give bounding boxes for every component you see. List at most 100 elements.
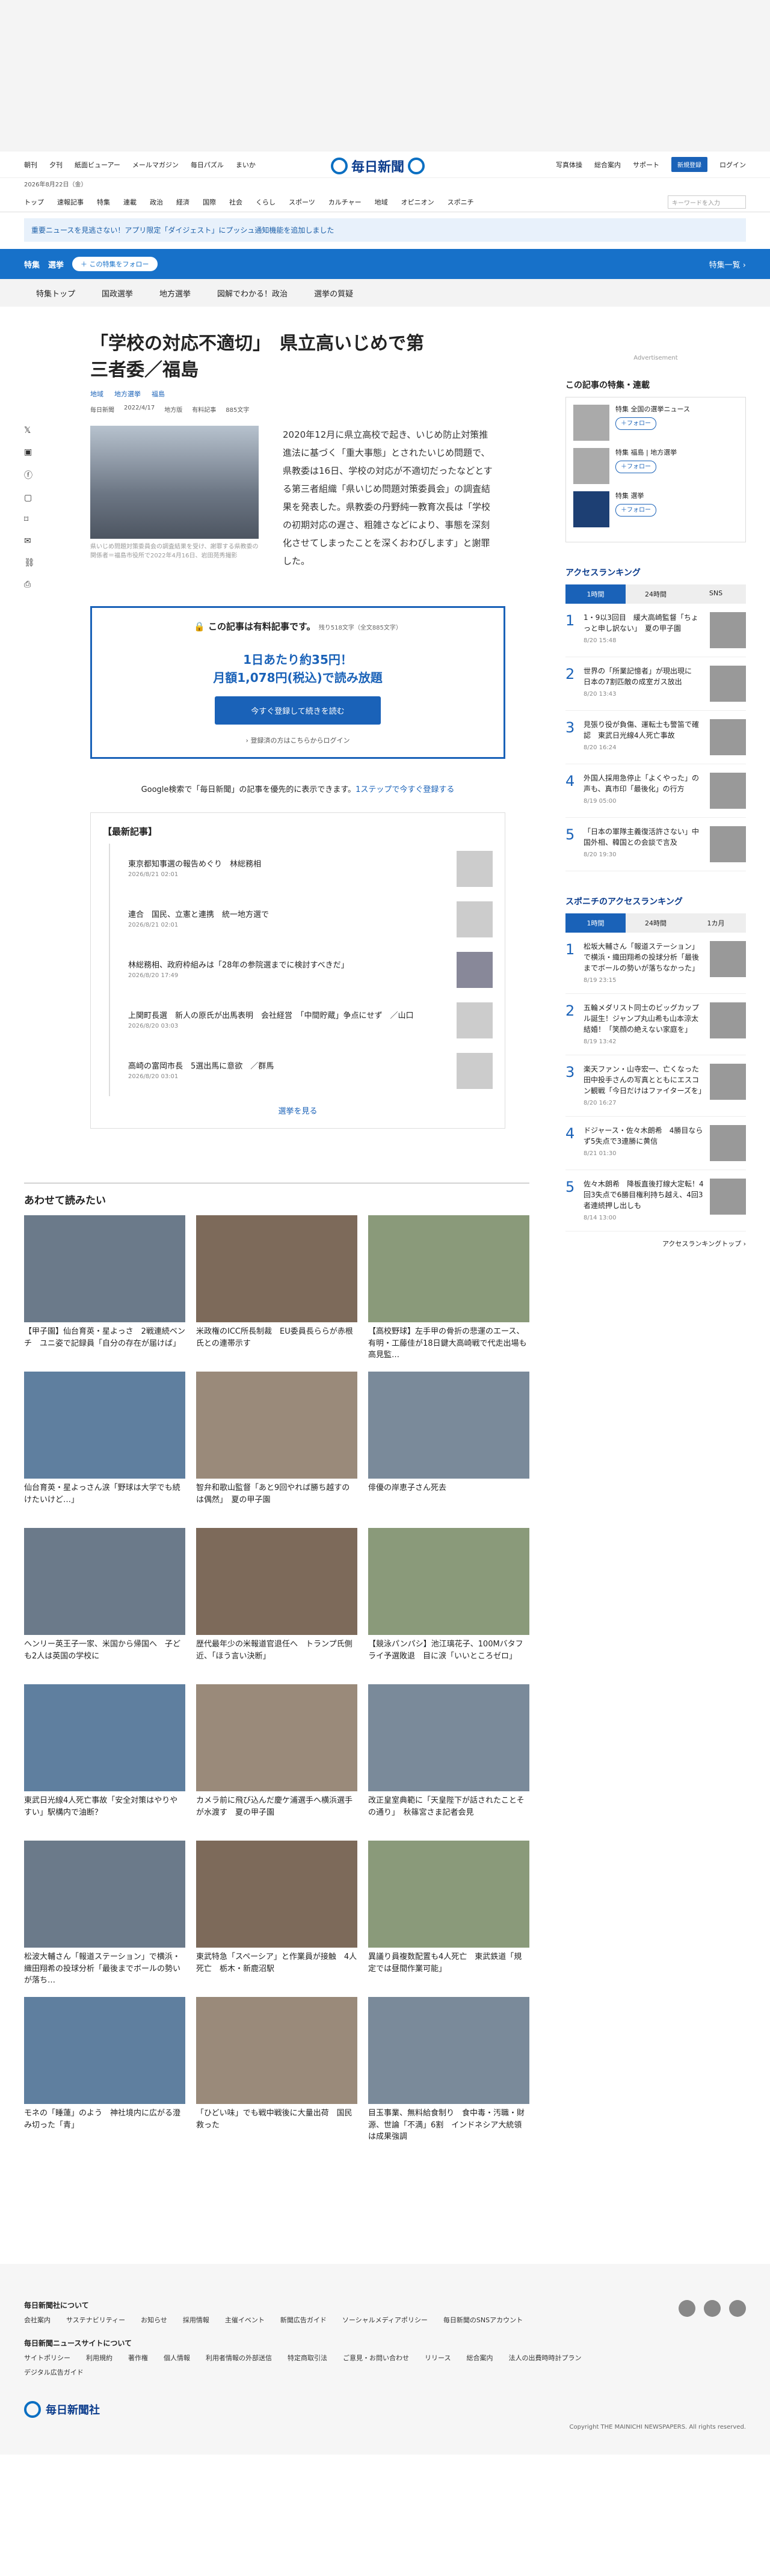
footer-link[interactable]: ご意見・お問い合わせ bbox=[343, 2353, 409, 2363]
follow-button[interactable]: ＋フォロー bbox=[615, 460, 656, 473]
subnav-item[interactable]: 選挙の質疑 bbox=[314, 287, 353, 299]
gnav-item[interactable]: 速報記事 bbox=[57, 197, 84, 207]
notice-banner[interactable]: 重要ニュースを見逃さない！アプリ限定「ダイジェスト」にプッシュ通知機能を追加しま… bbox=[24, 218, 746, 242]
ranking-item[interactable]: 2 五輪メダリスト同士のビッグカップル誕生！ジャンプ丸山希も山本涼太結婚！「笑顔の… bbox=[565, 994, 746, 1055]
nav-link[interactable]: メールマガジン bbox=[132, 160, 179, 170]
tab-24h[interactable]: 24時間 bbox=[626, 584, 686, 604]
nav-link[interactable]: 毎日パズル bbox=[191, 160, 224, 170]
footer-link[interactable]: 毎日新聞のSNSアカウント bbox=[443, 2315, 523, 2325]
recommended-card[interactable]: 俳優の岸恵子さん死去 bbox=[368, 1372, 529, 1518]
ranking-top-link[interactable]: アクセスランキングトップ › bbox=[565, 1239, 746, 1248]
ranking-item[interactable]: 1 1・9以3回目 緩大高崎監督「ちょっと申し訳ない」 夏の甲子園 8/20 15:… bbox=[565, 604, 746, 657]
subnav-item[interactable]: 地方選挙 bbox=[159, 287, 191, 299]
print-icon[interactable]: ⎙ bbox=[24, 580, 35, 589]
feature-item[interactable]: 特集 選挙 ＋フォロー bbox=[573, 491, 738, 527]
gnav-item[interactable]: 政治 bbox=[150, 197, 163, 207]
tab-sns[interactable]: SNS bbox=[686, 584, 746, 604]
login-link[interactable]: ログイン bbox=[719, 160, 746, 170]
recommended-card[interactable]: 【甲子園】仙台育英・星よっさ 2戦連続ベンチ ユニ姿で記録員「自分の存在が届けば… bbox=[24, 1215, 185, 1362]
recommended-card[interactable]: 東武日光線4人死亡事故「安全対策はやりやすい」駅構内で油断？ bbox=[24, 1684, 185, 1831]
footer-link[interactable]: リリース bbox=[425, 2353, 451, 2363]
nav-link[interactable]: 紙面ビューアー bbox=[75, 160, 120, 170]
tab-1m[interactable]: 1カ月 bbox=[686, 913, 746, 933]
list-item[interactable]: 東京都知事選の報告めぐり 林総務相 2026/8/21 02:01 bbox=[109, 844, 493, 894]
footer-link[interactable]: 利用規約 bbox=[86, 2353, 112, 2363]
x-icon[interactable] bbox=[679, 2300, 695, 2317]
paywall-login-link[interactable]: › 登録済の方はこちらからログイン bbox=[104, 735, 491, 745]
nav-link[interactable]: 総合案内 bbox=[594, 160, 621, 170]
ranking-item[interactable]: 2 世界の「所業記憶者」が現出現に 日本の7割匹敵の成室ガス放出 8/20 13:4… bbox=[565, 657, 746, 711]
footer-link[interactable]: 採用情報 bbox=[183, 2315, 209, 2325]
feature-item[interactable]: 特集 全国の選挙ニュース ＋フォロー bbox=[573, 405, 738, 441]
register-button[interactable]: 新規登録 bbox=[671, 157, 707, 172]
recommended-card[interactable]: 歴代最年少の米報道官退任へ トランプ氏側近、「ほう言い決断」 bbox=[196, 1528, 357, 1675]
footer-link[interactable]: 特定商取引法 bbox=[288, 2353, 327, 2363]
gnav-item[interactable]: トップ bbox=[24, 197, 44, 207]
bookmark-icon[interactable]: ⌑ bbox=[24, 515, 35, 524]
recommended-card[interactable]: 「ひどい味」でも戦中戦後に大量出荷 国民救った bbox=[196, 1997, 357, 2144]
category-link[interactable]: 地方選挙 bbox=[114, 389, 141, 399]
recommended-card[interactable]: 異議り員複数配置も4人死亡 東武鉄道「規定では昼間作業可能」 bbox=[368, 1841, 529, 1987]
tab-1h[interactable]: 1時間 bbox=[565, 584, 626, 604]
nav-link[interactable]: 夕刊 bbox=[49, 160, 63, 170]
footer-link[interactable]: サイトポリシー bbox=[24, 2353, 70, 2363]
gnav-item[interactable]: 連載 bbox=[123, 197, 137, 207]
ranking-item[interactable]: 1 松坂大輔さん「報道ステーション」で横浜・織田翔希の投球分析「最後までボールの勢… bbox=[565, 933, 746, 994]
list-item[interactable]: 上関町長選 新人の原氏が出馬表明 会社経営 「中間貯蔵」争点にせず ／山口 202… bbox=[109, 995, 493, 1046]
tab-24h[interactable]: 24時間 bbox=[626, 913, 686, 933]
ranking-item[interactable]: 4 ドジャース・佐々木朗希 4勝目ならず5失点で3連勝に黄信 8/21 01:30 bbox=[565, 1117, 746, 1170]
feature-name[interactable]: 選挙 bbox=[48, 259, 64, 270]
footer-link[interactable]: サステナビリティー bbox=[66, 2315, 125, 2325]
site-logo[interactable]: 毎日新聞 bbox=[331, 156, 425, 176]
gnav-item[interactable]: 地域 bbox=[375, 197, 388, 207]
recommended-card[interactable]: ヘンリー英王子一家、米国から帰国へ 子ども2人は英国の学校に bbox=[24, 1528, 185, 1675]
footer-link[interactable]: 新聞広告ガイド bbox=[280, 2315, 327, 2325]
more-elections-link[interactable]: 選挙を見る bbox=[103, 1105, 493, 1116]
subnav-item[interactable]: 図解でわかる！政治 bbox=[217, 287, 288, 299]
recommended-card[interactable]: 松波大輔さん「報道ステーション」で横浜・織田翔希の投球分析「最後までボールの勢い… bbox=[24, 1841, 185, 1987]
nav-link[interactable]: 写真体操 bbox=[556, 160, 582, 170]
footer-link[interactable]: 会社案内 bbox=[24, 2315, 51, 2325]
subscribe-button[interactable]: 今すぐ登録して続きを読む bbox=[215, 696, 381, 725]
follow-button[interactable]: ＋フォロー bbox=[615, 503, 656, 517]
ranking-item[interactable]: 3 見張り役が負傷、運転士も警笛で確認 東武日光線4人死亡事故 8/20 16:24 bbox=[565, 711, 746, 764]
recommended-card[interactable]: モネの「睡蓮」のよう 神社境内に広がる澄み切った「青」 bbox=[24, 1997, 185, 2144]
gnav-item[interactable]: カルチャー bbox=[328, 197, 362, 207]
recommended-card[interactable]: 智弁和歌山監督「あと9回やれば勝ち越すのは偶然」 夏の甲子園 bbox=[196, 1372, 357, 1518]
footer-link[interactable]: お知らせ bbox=[141, 2315, 167, 2325]
footer-link[interactable]: ソーシャルメディアポリシー bbox=[342, 2315, 428, 2325]
ranking-item[interactable]: 5 「日本の軍隊主義復活許さない」中国外相、韓国との会談で言及 8/20 19:30 bbox=[565, 818, 746, 871]
gnav-item[interactable]: スポーツ bbox=[289, 197, 315, 207]
gnav-item[interactable]: 国際 bbox=[203, 197, 216, 207]
footer-link[interactable]: 著作権 bbox=[128, 2353, 148, 2363]
facebook-share-icon[interactable]: ⓕ bbox=[24, 469, 35, 481]
recommended-card[interactable]: 目玉事業、無料給食制り 食中毒・汚職・財源、世論「不満」6割 インドネシア大統領… bbox=[368, 1997, 529, 2144]
gnav-item[interactable]: スポニチ bbox=[448, 197, 474, 207]
category-link[interactable]: 福島 bbox=[152, 389, 165, 399]
recommended-card[interactable]: 仙台育英・星よっさん涙「野球は大学でも続けたいけど…」 bbox=[24, 1372, 185, 1518]
follow-feature-button[interactable]: ＋ この特集をフォロー bbox=[72, 257, 158, 271]
footer-link[interactable]: 利用者情報の外部送信 bbox=[206, 2353, 272, 2363]
follow-button[interactable]: ＋フォロー bbox=[615, 417, 656, 430]
facebook-icon[interactable] bbox=[704, 2300, 721, 2317]
nav-link[interactable]: サポート bbox=[633, 160, 659, 170]
gnav-item[interactable]: 経済 bbox=[176, 197, 189, 207]
footer-link[interactable]: 個人情報 bbox=[164, 2353, 190, 2363]
mail-icon[interactable]: ✉ bbox=[24, 536, 35, 546]
photo-image[interactable] bbox=[90, 426, 259, 539]
ranking-item[interactable]: 4 外国人採用急停止「よくやった」の声も、真市印「最後化」の行方 8/19 05:0… bbox=[565, 764, 746, 818]
footer-link[interactable]: 総合案内 bbox=[466, 2353, 493, 2363]
recommended-card[interactable]: 【競泳パンパシ】池江璃花子、100Mバタフライ予選敗退 目に涙「いいところゼロ」 bbox=[368, 1528, 529, 1675]
list-item[interactable]: 連合 国民、立憲と連携 統一地方選で 2026/8/21 02:01 bbox=[109, 894, 493, 945]
youtube-icon[interactable] bbox=[729, 2300, 746, 2317]
search-input[interactable]: キーワードを入力 bbox=[668, 195, 746, 209]
tab-1h[interactable]: 1時間 bbox=[565, 913, 626, 933]
hatena-share-icon[interactable]: ▣ bbox=[24, 447, 35, 457]
list-item[interactable]: 高崎の富岡市長 5選出馬に意欲 ／群馬 2026/8/20 03:01 bbox=[109, 1046, 493, 1096]
ranking-item[interactable]: 3 楽天ファン・山寺宏一、亡くなった田中投手さんの写真とともにエスコン観戦「今日だ… bbox=[565, 1055, 746, 1117]
footer-link[interactable]: 主催イベント bbox=[225, 2315, 265, 2325]
feature-item[interactable]: 特集 福島 | 地方選挙 ＋フォロー bbox=[573, 448, 738, 484]
recommended-card[interactable]: 改正皇室典範に「天皇陛下が話されたことその通り」 秋篠宮さま記者会見 bbox=[368, 1684, 529, 1831]
feature-list-link[interactable]: 特集一覧 › bbox=[709, 259, 746, 270]
recommended-card[interactable]: 【高校野球】左手甲の骨折の悲運のエース、有明・工藤佳が18日鍵大高崎戦で代走出場… bbox=[368, 1215, 529, 1362]
